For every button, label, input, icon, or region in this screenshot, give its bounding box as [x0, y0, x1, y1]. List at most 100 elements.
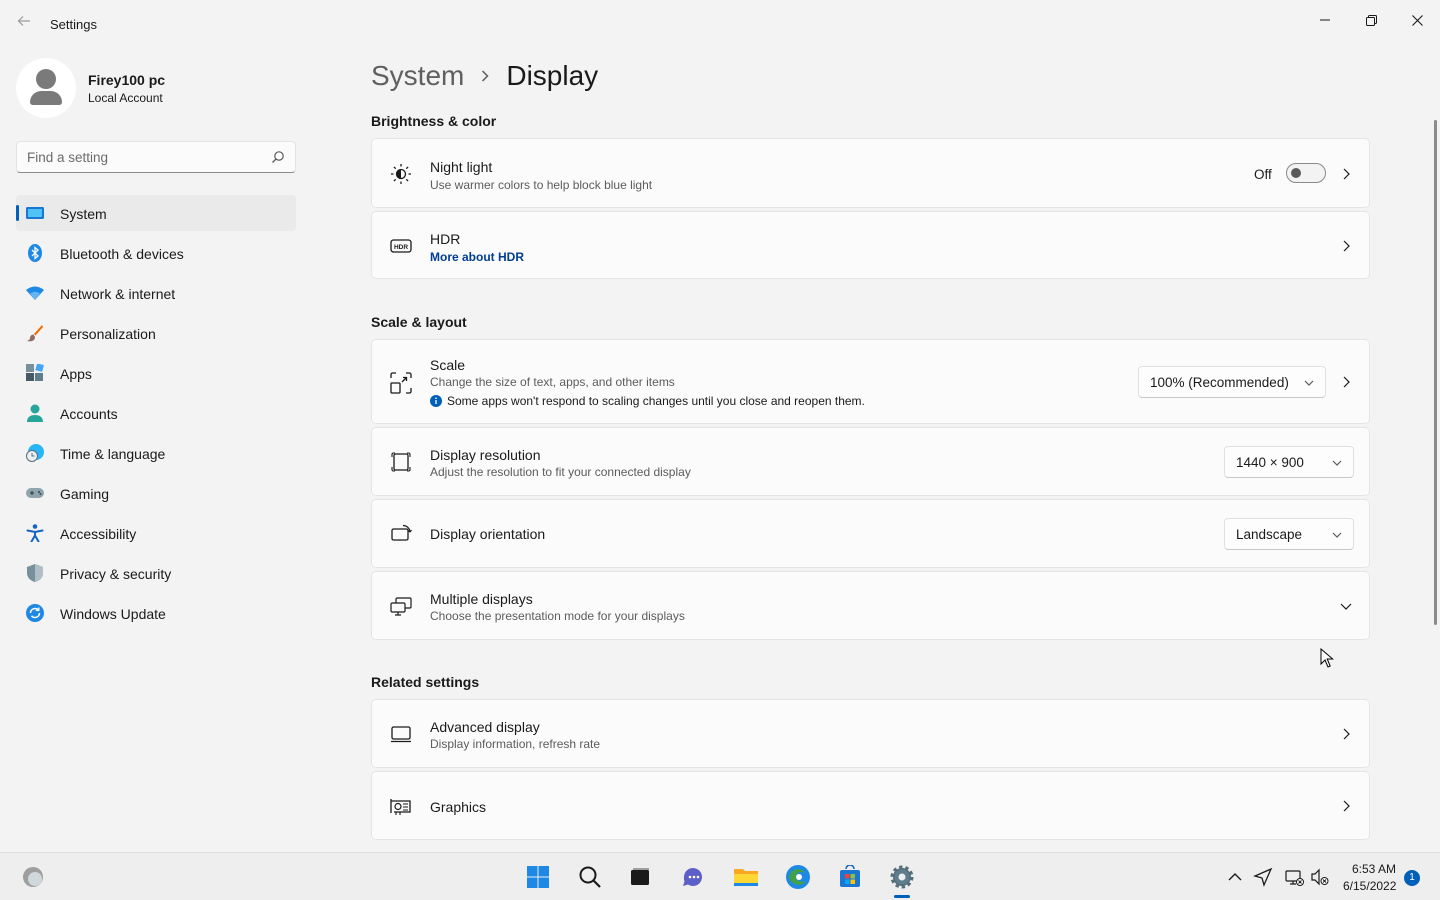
close-icon: [1411, 14, 1423, 26]
chevron-down-icon: [1340, 603, 1352, 610]
hdr-card[interactable]: HDR HDR More about HDR: [371, 211, 1370, 279]
avatar: [16, 58, 76, 118]
brush-icon: [27, 325, 43, 342]
night-light-card[interactable]: Night light Use warmer colors to help bl…: [371, 138, 1370, 208]
sidebar-item-label: Gaming: [60, 486, 110, 502]
chevron-up-icon[interactable]: [1225, 867, 1245, 887]
network-status-icon[interactable]: [1284, 867, 1304, 887]
chevron-right-icon: [1343, 376, 1350, 388]
globe-clock-icon: [26, 444, 44, 462]
system-icon: [26, 207, 44, 219]
hdr-more-link[interactable]: More about HDR: [430, 250, 524, 264]
advanced-display-icon: [391, 726, 411, 743]
taskbar-search-button[interactable]: [574, 861, 606, 893]
notification-badge[interactable]: 1: [1404, 870, 1420, 886]
task-view-icon: [631, 868, 649, 885]
graphics-icon: [390, 799, 411, 815]
graphics-card[interactable]: Graphics: [371, 771, 1370, 840]
shield-icon: [27, 564, 43, 582]
advanced-display-title: Advanced display: [430, 719, 540, 735]
display-resolution-card: Display resolution Adjust the resolution…: [371, 427, 1370, 496]
night-light-subtitle: Use warmer colors to help block blue lig…: [430, 178, 653, 192]
edge-button[interactable]: [782, 861, 814, 893]
breadcrumb-parent-link[interactable]: System: [371, 60, 464, 92]
sidebar-item-time-language[interactable]: Time & language: [16, 435, 296, 471]
taskbar: 6:53 AM 6/15/2022 1: [0, 852, 1440, 900]
sidebar-item-network[interactable]: Network & internet: [16, 275, 296, 311]
scale-dropdown[interactable]: 100% (Recommended): [1138, 366, 1326, 398]
scrollbar[interactable]: [1434, 120, 1437, 625]
sidebar-item-system[interactable]: System: [16, 195, 296, 231]
chat-button[interactable]: [677, 861, 709, 893]
scale-subtitle: Change the size of text, apps, and other…: [430, 375, 675, 389]
user-profile[interactable]: Firey100 pc Local Account: [16, 58, 316, 118]
clock-date[interactable]: 6/15/2022: [1343, 879, 1396, 893]
app-title: Settings: [50, 17, 97, 32]
section-title-brightness: Brightness & color: [371, 113, 497, 129]
file-explorer-button[interactable]: [730, 861, 762, 893]
display-resolution-subtitle: Adjust the resolution to fit your connec…: [430, 465, 691, 479]
sidebar-item-accounts[interactable]: Accounts: [16, 395, 296, 431]
multiple-displays-title: Multiple displays: [430, 591, 533, 607]
resolution-icon: [391, 452, 411, 472]
night-light-state: Off: [1254, 167, 1272, 182]
night-light-icon: [391, 164, 411, 184]
sidebar-item-label: Bluetooth & devices: [60, 246, 184, 262]
multiple-displays-card[interactable]: Multiple displays Choose the presentatio…: [371, 571, 1370, 640]
display-orientation-card: Display orientation Landscape: [371, 499, 1370, 568]
start-button[interactable]: [522, 861, 554, 893]
info-icon: [430, 395, 442, 407]
section-title-related: Related settings: [371, 674, 480, 690]
store-button[interactable]: [834, 861, 866, 893]
apps-icon: [26, 364, 44, 381]
widgets-button[interactable]: [17, 861, 49, 893]
maximize-button[interactable]: [1348, 4, 1394, 36]
night-light-toggle[interactable]: [1286, 163, 1326, 183]
scale-title: Scale: [430, 357, 466, 373]
multiple-displays-subtitle: Choose the presentation mode for your di…: [430, 609, 685, 623]
back-arrow-icon: [17, 16, 30, 26]
sidebar-item-bluetooth[interactable]: Bluetooth & devices: [16, 235, 296, 271]
scale-card[interactable]: Scale Change the size of text, apps, and…: [371, 339, 1370, 424]
orientation-dropdown[interactable]: Landscape: [1224, 518, 1354, 550]
wifi-icon: [26, 286, 44, 300]
advanced-display-subtitle: Display information, refresh rate: [430, 737, 601, 751]
back-button[interactable]: [12, 12, 36, 36]
sidebar-item-windows-update[interactable]: Windows Update: [16, 595, 296, 631]
scale-value: 100% (Recommended): [1150, 375, 1289, 390]
search-icon: [272, 151, 284, 163]
close-button[interactable]: [1394, 4, 1440, 36]
sidebar-item-gaming[interactable]: Gaming: [16, 475, 296, 511]
task-view-button[interactable]: [624, 861, 656, 893]
sidebar-item-label: Windows Update: [60, 606, 166, 622]
sidebar-nav: System Bluetooth & devices Network & int…: [16, 195, 296, 635]
search-box[interactable]: [16, 141, 296, 173]
active-app-indicator: [894, 895, 910, 898]
volume-muted-icon[interactable]: [1310, 867, 1330, 887]
search-input[interactable]: [27, 148, 257, 166]
minimize-button[interactable]: [1302, 4, 1348, 36]
title-bar: Settings: [0, 0, 1440, 48]
profile-name: Firey100 pc: [88, 72, 166, 88]
chevron-down-icon: [1332, 460, 1342, 466]
location-icon[interactable]: [1253, 867, 1273, 887]
settings-taskbar-button[interactable]: [886, 861, 918, 893]
sidebar-item-apps[interactable]: Apps: [16, 355, 296, 391]
orientation-icon: [391, 524, 412, 541]
display-resolution-title: Display resolution: [430, 447, 541, 463]
resolution-value: 1440 × 900: [1236, 455, 1304, 470]
profile-account-type: Local Account: [88, 91, 163, 105]
resolution-dropdown[interactable]: 1440 × 900: [1224, 446, 1354, 478]
sidebar-item-personalization[interactable]: Personalization: [16, 315, 296, 351]
sidebar-item-accessibility[interactable]: Accessibility: [16, 515, 296, 551]
sidebar-item-privacy[interactable]: Privacy & security: [16, 555, 296, 591]
advanced-display-card[interactable]: Advanced display Display information, re…: [371, 699, 1370, 768]
accounts-icon: [27, 404, 43, 422]
display-orientation-title: Display orientation: [430, 526, 546, 542]
store-icon: [840, 865, 860, 887]
chevron-right-icon: [1343, 240, 1350, 252]
sidebar-item-label: Network & internet: [60, 286, 176, 302]
search-icon: [579, 866, 601, 888]
clock-time[interactable]: 6:53 AM: [1352, 862, 1396, 876]
chevron-right-icon: [1343, 728, 1350, 740]
